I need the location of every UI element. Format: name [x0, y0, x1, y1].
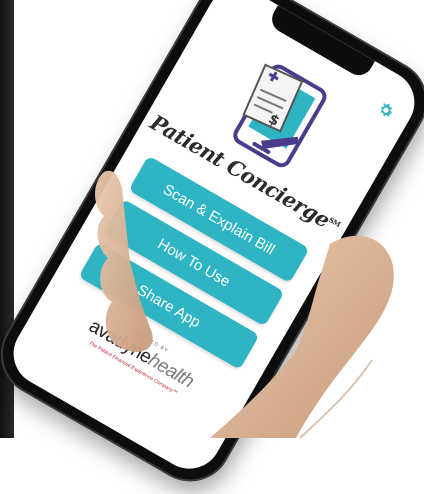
phone-screen: $ Patient ConciergeSM Scan & Explain Bil…	[1, 0, 424, 481]
photo-scene: $ Patient ConciergeSM Scan & Explain Bil…	[0, 0, 424, 494]
phone-device: $ Patient ConciergeSM Scan & Explain Bil…	[0, 0, 424, 494]
gear-icon[interactable]	[374, 98, 399, 123]
